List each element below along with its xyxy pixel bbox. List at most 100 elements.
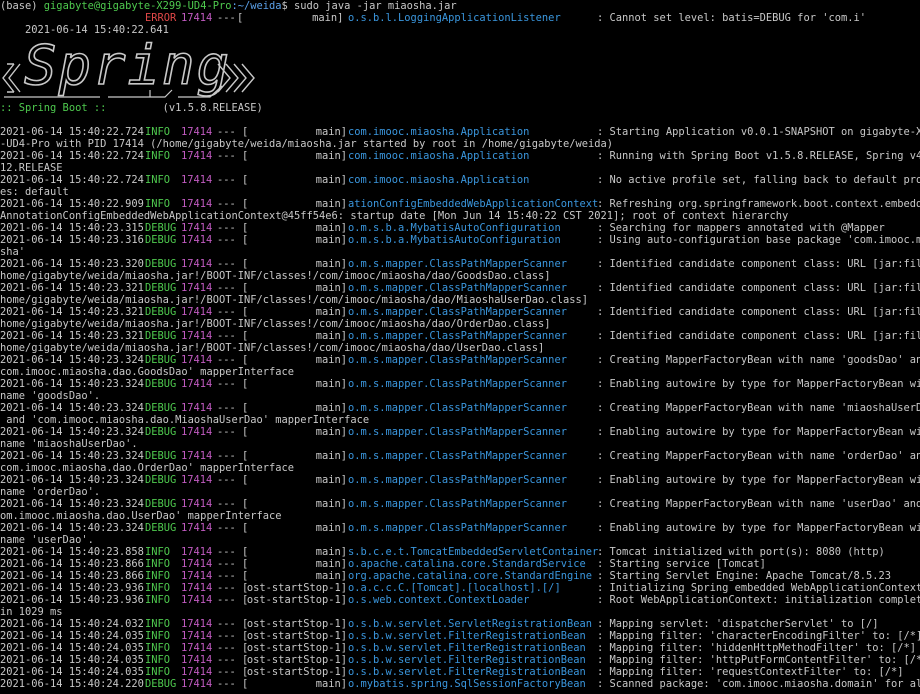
log-line: 2021-06-14 15:40:23.866 INFO 17414 --- [mai… [0, 558, 920, 570]
log-message: : Starting service [Tomcat] [597, 558, 766, 570]
log-level: INFO [145, 630, 171, 642]
log-line: 2021-06-14 15:40:23.324 DEBUG 17414 --- [ma… [0, 450, 920, 462]
log-thread: main] [315, 198, 347, 210]
log-line: 2021-06-14 15:40:23.321 DEBUG 17414 --- [ ma… [0, 330, 920, 342]
log-timestamp: 2021-06-14 15:40:24.035 [0, 642, 144, 654]
conda-env-label: (base) [0, 0, 44, 12]
log-thread: main] [315, 474, 347, 486]
log-pid: 17414 [181, 126, 213, 138]
log-line: 2021-06-14 15:40:23.315 DEBUG 17414 --- [ma… [0, 222, 920, 234]
log-message: : Searching for mappers annotated with @… [597, 222, 885, 234]
spring-banner: Spring [0, 24, 920, 102]
log-level: DEBUG [145, 498, 177, 510]
log-logger: o.m.s.mapper.ClassPathMapperScanner [348, 426, 567, 438]
log-separator: --- [ [217, 582, 249, 594]
log-line: 2021-06-14 15:40:23.324 DEBUG 17414 --- [ma… [0, 474, 920, 486]
log-pid: 17414 [181, 618, 213, 630]
log-line: 2021-06-14 15:40:22.724 INFO 17414 --- [mai… [0, 126, 920, 138]
log-logger: o.m.s.b.a.MybatisAutoConfiguration [348, 234, 561, 246]
log-timestamp: 2021-06-14 15:40:23.324 [0, 522, 144, 534]
log-pid: 17414 [181, 330, 213, 342]
log-logger: o.a.c.c.C.[Tomcat].[localhost].[/] [348, 582, 561, 594]
log-message: : Cannot set level: batis=DEBUG for 'com… [597, 12, 866, 24]
log-timestamp: 2021-06-14 15:40:23.324 [0, 354, 144, 366]
log-separator: --- [ [217, 222, 249, 234]
terminal-window[interactable]: (base) gigabyte@gigabyte-X299-UD4-Pro:~/… [0, 0, 920, 694]
log-separator: --- [ [217, 498, 249, 510]
log-thread: main] [315, 234, 347, 246]
log-logger: o.m.s.mapper.ClassPathMapperScanner [348, 258, 567, 270]
log-message: : Mapping filter: 'characterEncodingFilt… [597, 630, 920, 642]
log-line: 2021-06-14 15:40:23.936 INFO 17414 --- [ost… [0, 594, 920, 606]
log-message: : Creating MapperFactoryBean with name '… [597, 450, 920, 462]
log-thread: main] [315, 570, 347, 582]
log-separator: --- [ [217, 642, 249, 654]
log-separator: --- [ [217, 234, 249, 246]
log-logger: o.apache.catalina.core.StandardService [348, 558, 586, 570]
log-timestamp: 2021-06-14 15:40:22.909 [0, 198, 144, 210]
log-logger: com.imooc.miaosha.Application [348, 126, 530, 138]
log-thread: main] [315, 678, 347, 690]
log-message: : Tomcat initialized with port(s): 8080 … [597, 546, 885, 558]
log-message: : Identified candidate component class: … [597, 258, 920, 270]
log-logger: o.m.s.mapper.ClassPathMapperScanner [348, 522, 567, 534]
log-level: ERROR [145, 12, 177, 24]
log-level: INFO [145, 582, 171, 594]
log-separator: --- [ [217, 306, 249, 318]
log-continuation-line: home/gigabyte/weida/miaosha.jar!/BOOT-IN… [0, 342, 545, 354]
log-level: INFO [145, 570, 171, 582]
log-logger: o.s.b.w.servlet.FilterRegistrationBean [348, 654, 586, 666]
log-timestamp: 2021-06-14 15:40:23.321 [0, 330, 144, 342]
log-line: 2021-06-14 15:40:24.032 INFO 17414 --- [ost… [0, 618, 920, 630]
log-timestamp: 2021-06-14 15:40:23.866 [0, 558, 144, 570]
log-thread: main] [315, 558, 347, 570]
log-continuation-line: -UD4-Pro with PID 17414 (/home/gigabyte/… [0, 138, 614, 150]
log-timestamp: 2021-06-14 15:40:23.324 [0, 474, 144, 486]
log-continuation-line: com.imooc.miaosha.dao.OrderDao' mapperIn… [0, 462, 295, 474]
log-message: : Starting Servlet Engine: Apache Tomcat… [597, 570, 892, 582]
log-thread: ost-startStop-1] [246, 594, 347, 606]
log-separator: --- [ [217, 174, 249, 186]
log-separator: --- [ [217, 666, 249, 678]
log-level: DEBUG [145, 234, 177, 246]
log-separator: --- [ [217, 330, 249, 342]
log-level: DEBUG [145, 450, 177, 462]
log-level: INFO [145, 150, 171, 162]
log-thread: main] [315, 330, 347, 342]
log-pid: 17414 [181, 582, 213, 594]
log-logger: o.m.s.mapper.ClassPathMapperScanner [348, 354, 567, 366]
log-line: 2021-06-14 15:40:23.936 INFO 17414 --- [ost… [0, 582, 920, 594]
log-pid: 17414 [181, 174, 213, 186]
log-line: 2021-06-14 15:40:24.035 INFO 17414 --- [ost… [0, 630, 920, 642]
log-thread: ost-startStop-1] [246, 582, 347, 594]
spring-boot-version: (v1.5.8.RELEASE) [162, 102, 263, 114]
log-level: DEBUG [145, 426, 177, 438]
log-level: DEBUG [145, 378, 177, 390]
log-line: 2021-06-14 15:40:24.035 INFO 17414 --- [ost… [0, 654, 920, 666]
log-pid: 17414 [181, 678, 213, 690]
log-continuation-line: and 'com.imooc.miaosha.dao.MiaoshaUserDa… [0, 414, 370, 426]
log-timestamp: 2021-06-14 15:40:22.724 [0, 174, 144, 186]
log-continuation-line: home/gigabyte/weida/miaosha.jar!/BOOT-IN… [0, 270, 551, 282]
log-pid: 17414 [181, 654, 213, 666]
spring-boot-version-line: :: Spring Boot :: (v1.5.8.RELEASE) [0, 102, 920, 114]
log-separator: --- [ [217, 450, 249, 462]
log-thread: main] [315, 174, 347, 186]
log-pid: 17414 [181, 474, 213, 486]
log-message: : Identified candidate component class: … [597, 306, 920, 318]
log-separator: --- [ [217, 126, 249, 138]
log-continuation-line: com.imooc.miaosha.dao.GoodsDao' mapperIn… [0, 366, 295, 378]
log-logger: o.s.b.w.servlet.FilterRegistrationBean [348, 642, 586, 654]
log-separator: --- [ [217, 198, 249, 210]
log-logger: o.s.web.context.ContextLoader [348, 594, 530, 606]
log-timestamp: 2021-06-14 15:40:24.220 [0, 678, 144, 690]
log-level: DEBUG [145, 282, 177, 294]
log-line: 2021-06-14 15:40:24.220 DEBUG 17414 --- [ma… [0, 678, 920, 690]
log-thread: main] [315, 126, 347, 138]
log-thread: main] [315, 522, 347, 534]
log-thread: ost-startStop-1] [246, 654, 347, 666]
banner-left-brackets [2, 63, 21, 93]
log-level: DEBUG [145, 330, 177, 342]
spring-ascii-logo: Spring [2, 33, 255, 98]
log-level: INFO [145, 174, 171, 186]
